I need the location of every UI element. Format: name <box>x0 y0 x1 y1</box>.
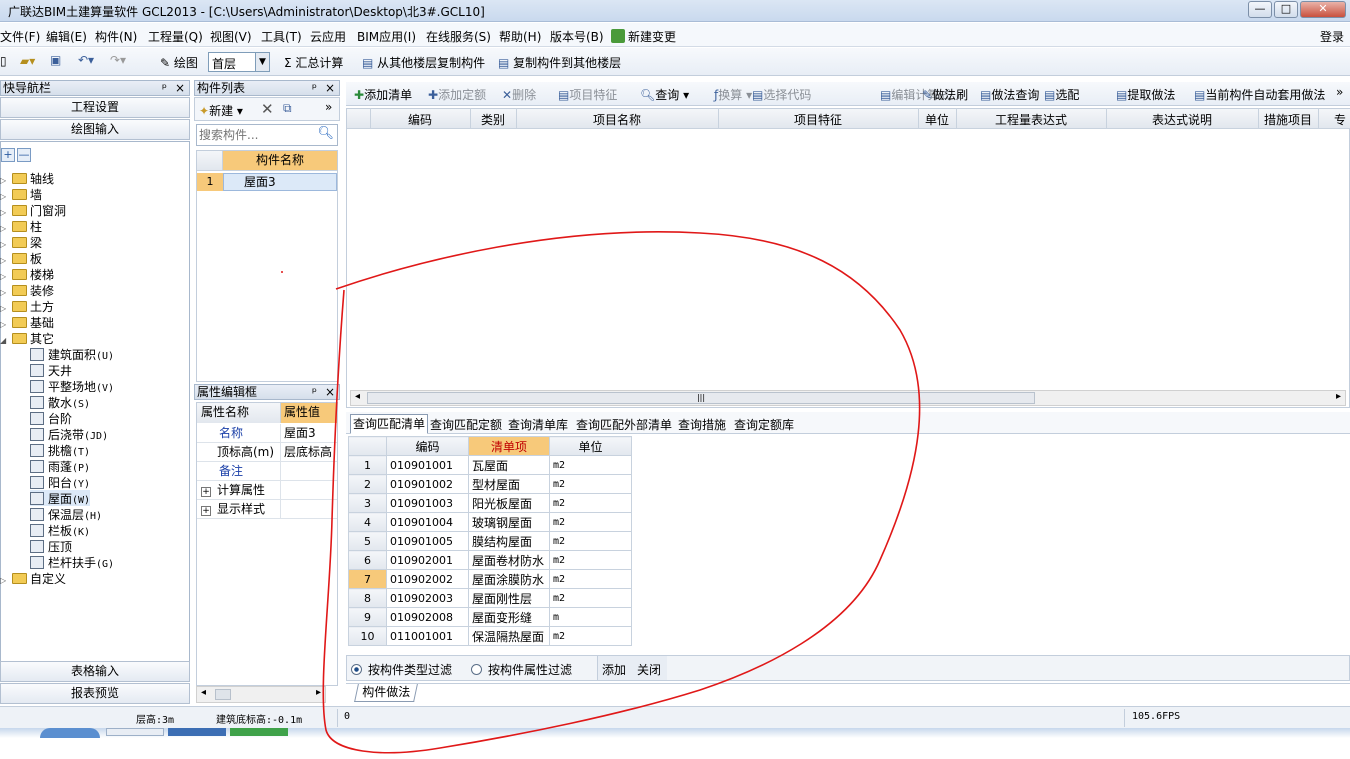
red-annotation-circle <box>281 231 921 754</box>
